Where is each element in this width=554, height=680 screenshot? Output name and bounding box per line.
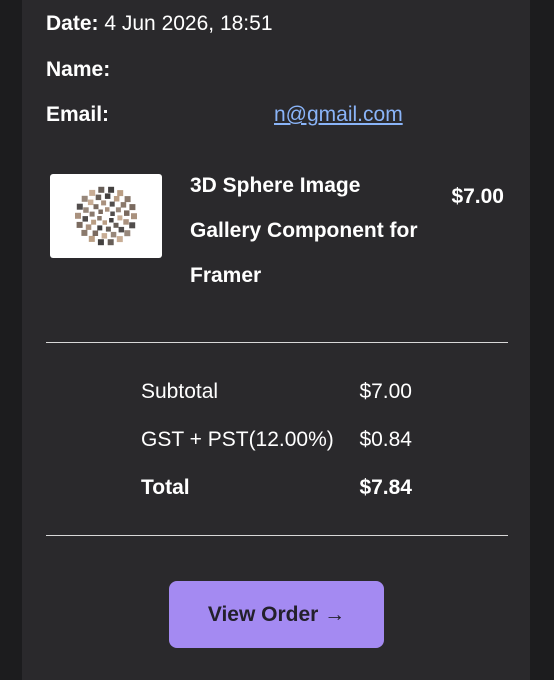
tax-value: $0.84 — [359, 428, 412, 451]
divider-bottom — [46, 535, 508, 536]
receipt-card: Date: 4 Jun 2026, 18:51 Name: Email: n@g… — [22, 0, 530, 680]
product-title-line-3: Framer — [190, 264, 262, 287]
total-value: $7.84 — [359, 476, 412, 499]
subtotal-label: Subtotal — [141, 380, 219, 403]
email-link[interactable]: n@gmail.com — [274, 103, 403, 127]
email-label: Email: — [46, 103, 110, 126]
tax-label: GST + PST(12.00%) — [141, 428, 334, 451]
product-price: $7.00 — [451, 185, 504, 208]
total-label: Total — [141, 476, 190, 499]
product-title-line-1: 3D Sphere Image — [190, 174, 361, 197]
email-row: Email: n@gmail.com — [46, 103, 506, 127]
date-row: Date: 4 Jun 2026, 18:51 — [46, 12, 273, 36]
sphere-gallery-image — [75, 186, 137, 246]
name-row: Name: — [46, 58, 110, 82]
date-label: Date: — [46, 12, 99, 35]
product-title: 3D Sphere Image Gallery Component for Fr… — [190, 163, 440, 298]
subtotal-value: $7.00 — [359, 380, 412, 403]
date-value: 4 Jun 2026, 18:51 — [104, 12, 273, 35]
divider-top — [46, 342, 508, 343]
view-order-button[interactable]: View Order → — [169, 581, 384, 648]
name-label: Name: — [46, 58, 111, 81]
product-title-line-2: Gallery Component for — [190, 219, 418, 242]
product-thumbnail — [50, 174, 162, 258]
